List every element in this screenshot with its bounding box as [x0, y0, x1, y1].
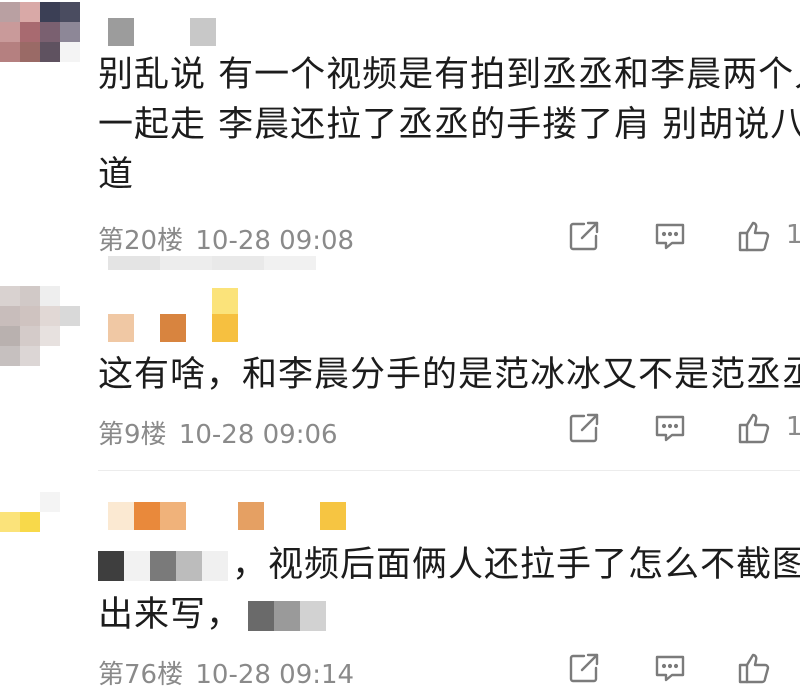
comment-line-text: 出来写，: [98, 595, 243, 635]
comment-icon: [655, 415, 685, 442]
redacted-mosaic: [248, 601, 327, 631]
timestamp: 10-28 09:08: [195, 226, 355, 256]
comment-text: ，视频后面俩人还拉手了怎么不截图 出来写，: [98, 540, 800, 640]
mosaic-block: [108, 256, 316, 270]
comment-text: 这有啥，和李晨分手的是范冰冰又不是范丞丞: [98, 350, 800, 400]
mosaic-block: [212, 288, 238, 314]
reply-button[interactable]: [652, 218, 692, 258]
like-count: 1: [786, 220, 800, 250]
share-icon: [569, 221, 599, 251]
like-button[interactable]: [736, 218, 776, 258]
timestamp: 10-28 09:14: [195, 660, 355, 690]
like-button[interactable]: [736, 410, 776, 450]
comment-actions: 1: [560, 410, 800, 450]
redacted-mosaic: [98, 551, 228, 581]
comment-line-text: ，视频后面俩人还拉手了怎么不截图: [232, 545, 800, 585]
comment-line: 出来写，: [98, 590, 798, 640]
username-mosaic[interactable]: [108, 314, 238, 342]
timestamp: 10-28 09:06: [178, 420, 338, 450]
share-button[interactable]: [566, 218, 606, 258]
share-button[interactable]: [566, 410, 606, 450]
comment-item: 这有啥，和李晨分手的是范冰冰又不是范丞丞 第9楼 10-28 09:06 1: [0, 272, 800, 472]
reply-button[interactable]: [652, 650, 692, 690]
share-icon: [569, 413, 599, 443]
comment-meta: 第9楼 10-28 09:06: [98, 414, 342, 451]
comment-line: 别乱说 有一个视频是有拍到丞丞和李晨两个人: [98, 55, 800, 95]
like-button[interactable]: [736, 650, 776, 690]
username-mosaic[interactable]: [108, 18, 216, 46]
comment-line: 道: [98, 155, 135, 195]
share-icon: [569, 653, 599, 683]
thumbs-up-icon: [738, 221, 770, 252]
thumbs-up-icon: [738, 653, 770, 684]
avatar[interactable]: [0, 2, 80, 82]
share-button[interactable]: [566, 650, 606, 690]
comment-actions: [560, 650, 800, 690]
comment-line: 这有啥，和李晨分手的是范冰冰又不是范丞丞: [98, 355, 800, 395]
comment-meta: 第76楼 10-28 09:14: [98, 654, 358, 691]
comment-text: 别乱说 有一个视频是有拍到丞丞和李晨两个人 一起走 李晨还拉了丞丞的手搂了肩 别…: [98, 50, 800, 200]
comment-actions: 1: [560, 218, 800, 258]
floor-number: 第9楼: [98, 420, 167, 450]
comment-icon: [655, 223, 685, 250]
comment-line: ，视频后面俩人还拉手了怎么不截图: [98, 540, 800, 590]
reply-button[interactable]: [652, 410, 692, 450]
divider: [98, 470, 800, 471]
comment-line: 一起走 李晨还拉了丞丞的手搂了肩 别胡说八: [98, 105, 800, 145]
comment-item: ，视频后面俩人还拉手了怎么不截图 出来写， 第76楼 10-28 09:14: [0, 478, 800, 691]
comment-meta: 第20楼 10-28 09:08: [98, 220, 358, 257]
floor-number: 第20楼: [98, 226, 184, 256]
username-mosaic[interactable]: [108, 502, 346, 530]
like-count: 1: [786, 412, 800, 442]
avatar[interactable]: [0, 492, 80, 572]
floor-number: 第76楼: [98, 660, 184, 690]
avatar[interactable]: [0, 286, 80, 366]
comment-item: 别乱说 有一个视频是有拍到丞丞和李晨两个人 一起走 李晨还拉了丞丞的手搂了肩 别…: [0, 0, 800, 270]
comment-icon: [655, 655, 685, 682]
thumbs-up-icon: [738, 413, 770, 444]
